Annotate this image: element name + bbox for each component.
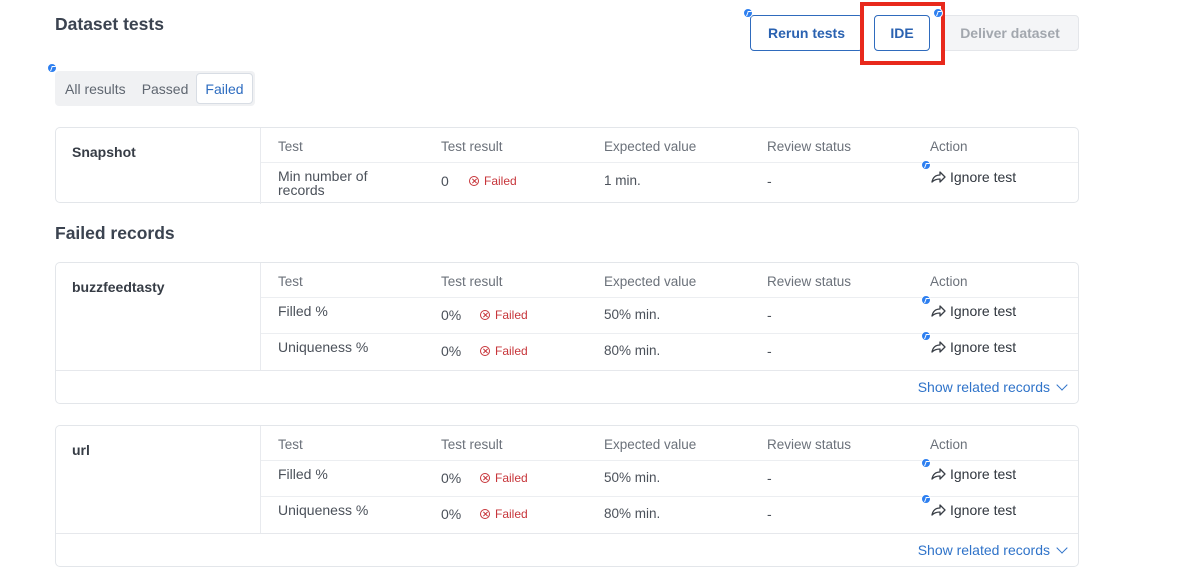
divider xyxy=(56,533,1078,534)
review-status: - xyxy=(767,470,772,486)
share-arrow-icon xyxy=(931,504,946,516)
marker-dot-icon xyxy=(921,160,931,170)
filter-passed[interactable]: Passed xyxy=(134,73,197,104)
test-result-value: 0% xyxy=(441,343,462,359)
column-header-action: Action xyxy=(930,139,968,154)
column-header-result: Test result xyxy=(441,437,503,452)
review-status: - xyxy=(767,343,772,359)
failed-label: Failed xyxy=(495,308,528,322)
share-arrow-icon xyxy=(931,468,946,480)
show-related-records-link[interactable]: Show related records xyxy=(917,378,1068,395)
marker-dot-icon xyxy=(743,8,753,18)
share-arrow-icon xyxy=(931,171,946,183)
failed-badge: Failed xyxy=(469,174,517,188)
expected-value: 50% min. xyxy=(604,470,661,485)
column-header-result: Test result xyxy=(441,139,503,154)
failed-icon xyxy=(480,346,490,356)
column-header-expected: Expected value xyxy=(604,437,697,452)
deliver-dataset-button[interactable]: Deliver dataset xyxy=(941,15,1079,51)
column-header-result: Test result xyxy=(441,274,503,289)
filter-failed[interactable]: Failed xyxy=(196,73,253,104)
chevron-down-icon xyxy=(1056,378,1068,391)
divider xyxy=(261,333,1078,334)
ignore-test-button[interactable]: Ignore test xyxy=(930,169,1016,185)
marker-dot-icon xyxy=(921,331,931,341)
test-result-value: 0% xyxy=(441,470,462,486)
test-result-value: 0% xyxy=(441,506,462,522)
failed-label: Failed xyxy=(495,507,528,521)
show-related-label: Show related records xyxy=(917,542,1050,558)
column-header-review: Review status xyxy=(767,437,852,452)
expected-value: 80% min. xyxy=(604,506,661,521)
share-arrow-icon xyxy=(931,341,946,353)
marker-dot-icon xyxy=(921,295,931,305)
failed-badge: Failed xyxy=(480,507,528,521)
share-arrow-icon xyxy=(931,305,946,317)
column-header-action: Action xyxy=(930,437,968,452)
ignore-test-label: Ignore test xyxy=(950,466,1017,482)
review-status: - xyxy=(767,506,772,522)
ignore-test-button[interactable]: Ignore test xyxy=(930,303,1016,319)
ignore-test-label: Ignore test xyxy=(950,169,1017,185)
test-name: Uniqueness % xyxy=(278,339,369,355)
review-status: - xyxy=(767,173,772,189)
failed-label: Failed xyxy=(495,471,528,485)
column-header-expected: Expected value xyxy=(604,139,697,154)
marker-dot-icon xyxy=(921,494,931,504)
failed-icon xyxy=(469,176,479,186)
failed-icon xyxy=(480,310,490,320)
column-header-action: Action xyxy=(930,274,968,289)
test-name: Uniqueness % xyxy=(278,502,369,518)
expected-value: 1 min. xyxy=(604,173,641,188)
column-header-test: Test xyxy=(278,274,303,289)
ignore-test-button[interactable]: Ignore test xyxy=(930,339,1016,355)
ignore-test-label: Ignore test xyxy=(950,502,1017,518)
ignore-test-label: Ignore test xyxy=(950,303,1017,319)
divider xyxy=(261,496,1078,497)
column-header-review: Review status xyxy=(767,274,852,289)
card-name: Snapshot xyxy=(72,144,136,160)
show-related-records-link[interactable]: Show related records xyxy=(917,541,1068,558)
ignore-test-button[interactable]: Ignore test xyxy=(930,502,1016,518)
divider xyxy=(260,426,261,533)
divider xyxy=(260,128,261,204)
failed-icon xyxy=(480,509,490,519)
expected-value: 80% min. xyxy=(604,343,661,358)
test-result-value: 0 xyxy=(441,173,449,189)
result-filter-group: All results Passed Failed xyxy=(55,71,255,106)
column-header-test: Test xyxy=(278,437,303,452)
marker-dot-icon xyxy=(921,458,931,468)
test-result-value: 0% xyxy=(441,307,462,323)
ignore-test-button[interactable]: Ignore test xyxy=(930,466,1016,482)
expected-value: 50% min. xyxy=(604,307,661,322)
page-title: Dataset tests xyxy=(55,14,164,34)
failed-label: Failed xyxy=(495,344,528,358)
failed-badge: Failed xyxy=(480,344,528,358)
card-name: url xyxy=(72,442,90,458)
ignore-test-label: Ignore test xyxy=(950,339,1017,355)
card-name: buzzfeedtasty xyxy=(72,279,165,295)
failed-badge: Failed xyxy=(480,471,528,485)
column-header-test: Test xyxy=(278,139,303,154)
chevron-down-icon xyxy=(1056,541,1068,554)
show-related-label: Show related records xyxy=(917,379,1050,395)
divider xyxy=(261,162,1078,163)
section-title-failed-records: Failed records xyxy=(55,223,175,243)
failed-label: Failed xyxy=(484,174,517,188)
column-header-expected: Expected value xyxy=(604,274,697,289)
column-header-review: Review status xyxy=(767,139,852,154)
failed-badge: Failed xyxy=(480,308,528,322)
rerun-tests-button[interactable]: Rerun tests xyxy=(750,15,863,51)
marker-dot-icon xyxy=(933,8,943,18)
review-status: - xyxy=(767,307,772,323)
divider xyxy=(261,460,1078,461)
failed-icon xyxy=(480,473,490,483)
divider xyxy=(260,263,261,370)
test-name: Min number of records xyxy=(278,168,368,198)
divider xyxy=(261,297,1078,298)
divider xyxy=(56,370,1078,371)
filter-all-results[interactable]: All results xyxy=(57,73,134,104)
test-name: Filled % xyxy=(278,303,328,319)
test-name: Filled % xyxy=(278,466,328,482)
